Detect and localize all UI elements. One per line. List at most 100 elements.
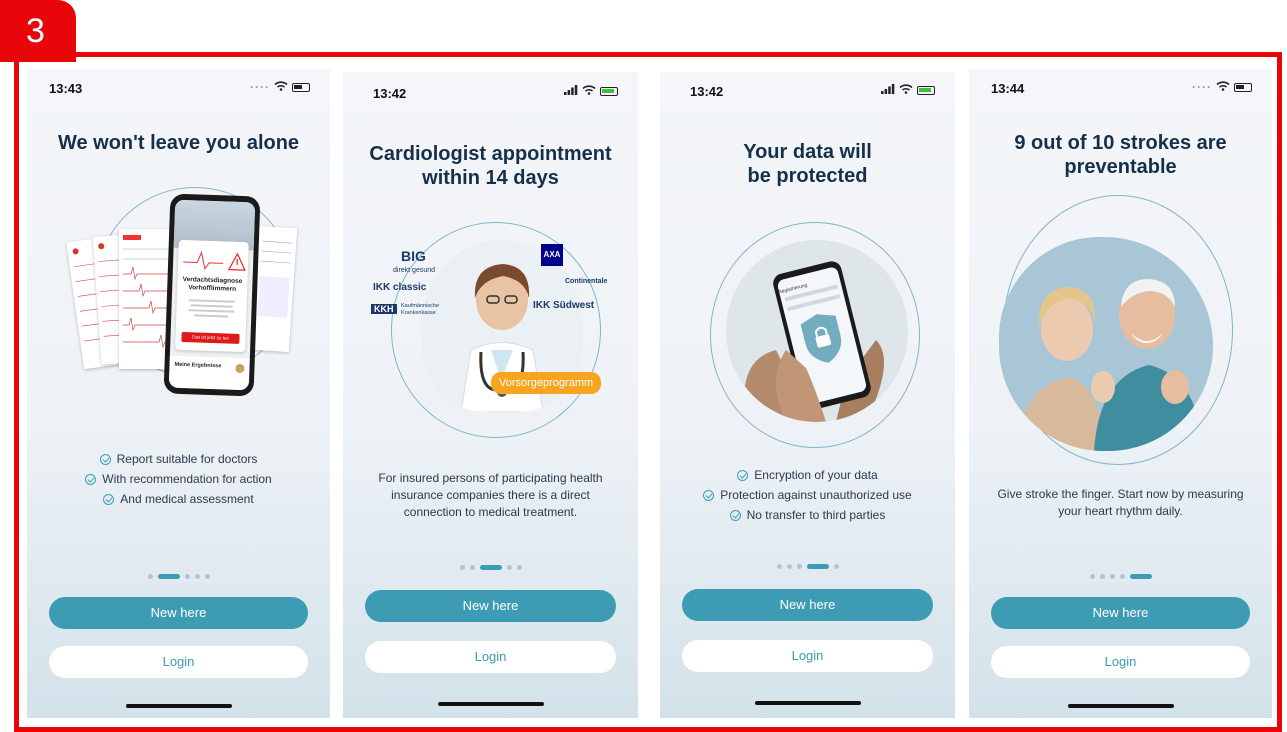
onboarding-screen-4: 13:44 ···· 9 out of 10 strokes are preve…	[969, 69, 1272, 718]
page-dot[interactable]	[517, 565, 522, 570]
onboarding-screen-2: 13:42 Cardiologist appointment within 14…	[343, 72, 638, 718]
results-bar: Meine Ergebnisse	[169, 356, 250, 391]
feature-item: Protection against unauthorized use	[660, 485, 955, 505]
page-dot[interactable]	[797, 564, 802, 569]
screen-title: We won't leave you alone	[27, 131, 330, 155]
page-dot[interactable]	[195, 574, 200, 579]
home-indicator	[438, 702, 544, 706]
status-bar: 13:42	[343, 72, 638, 112]
onboarding-screen-3: 13:42 Your data will be protected	[660, 72, 955, 718]
prevention-program-tag: Vorsorgeprogramm	[491, 372, 601, 394]
info-paragraph: Give stroke the finger. Start now by mea…	[991, 486, 1250, 520]
login-button[interactable]: Login	[365, 641, 616, 673]
status-icons	[881, 83, 935, 97]
check-circle-icon	[103, 494, 114, 505]
status-icons: ····	[1192, 80, 1252, 94]
status-bar: 13:42	[660, 72, 955, 112]
page-dot[interactable]	[205, 574, 210, 579]
card-action-button[interactable]: Das ist jetzt zu tun	[181, 332, 239, 344]
feature-list: Encryption of your data Protection again…	[660, 465, 955, 525]
home-indicator	[755, 701, 861, 705]
big-logo: BIG	[401, 248, 426, 264]
screen-title: 9 out of 10 strokes are preventable	[969, 131, 1272, 179]
cellular-signal-icon	[881, 83, 895, 97]
ikk-classic-logo: IKK classic	[373, 282, 426, 293]
page-dot-active[interactable]	[480, 565, 502, 570]
phone-display: Verdachtsdiagnose Vorhofflimmern Das ist…	[169, 200, 256, 391]
status-time: 13:42	[690, 84, 723, 99]
feature-item: With recommendation for action	[27, 469, 330, 489]
signal-icon: ····	[250, 80, 270, 94]
check-circle-icon	[737, 470, 748, 481]
page-dot[interactable]	[1120, 574, 1125, 579]
page-dot-active[interactable]	[807, 564, 829, 569]
page-dot[interactable]	[834, 564, 839, 569]
screen-title: Your data will be protected	[660, 140, 955, 188]
elderly-couple-photo	[999, 237, 1213, 451]
new-here-button[interactable]: New here	[365, 590, 616, 622]
new-here-button[interactable]: New here	[682, 589, 933, 621]
page-indicator	[343, 565, 638, 570]
page-dot[interactable]	[507, 565, 512, 570]
page-indicator	[27, 574, 330, 579]
page-dot-active[interactable]	[1130, 574, 1152, 579]
alert-card: Verdachtsdiagnose Vorhofflimmern Das ist…	[175, 240, 249, 352]
ikk-suedwest-logo: IKK Südwest	[533, 300, 594, 311]
battery-charging-icon	[600, 87, 618, 96]
kkh-name: Kaufmännische Krankenkasse	[401, 303, 453, 317]
page-dot[interactable]	[148, 574, 153, 579]
smartphone-illustration: Verdachtsdiagnose Vorhofflimmern Das ist…	[164, 193, 261, 396]
page-dot-active[interactable]	[158, 574, 180, 579]
login-button[interactable]: Login	[49, 646, 308, 678]
status-bar: 13:43 ····	[27, 69, 330, 109]
info-paragraph: For insured persons of participating hea…	[365, 470, 616, 521]
page-dot[interactable]	[1100, 574, 1105, 579]
kkh-logo: KKH	[371, 304, 397, 314]
wifi-icon	[1216, 80, 1230, 94]
feature-item: And medical assessment	[27, 489, 330, 509]
login-button[interactable]: Login	[682, 640, 933, 672]
new-here-button[interactable]: New here	[991, 597, 1250, 629]
wifi-icon	[274, 80, 288, 94]
page-dot[interactable]	[1090, 574, 1095, 579]
screen-title: Cardiologist appointment within 14 days	[343, 142, 638, 190]
check-circle-icon	[85, 474, 96, 485]
page-dot[interactable]	[1110, 574, 1115, 579]
check-circle-icon	[703, 490, 714, 501]
home-indicator	[1068, 704, 1174, 708]
page-dot[interactable]	[470, 565, 475, 570]
battery-charging-icon	[917, 86, 935, 95]
card-body-lines	[184, 296, 239, 324]
ecg-warning-icon	[183, 246, 254, 274]
page-indicator	[969, 574, 1272, 579]
signal-icon: ····	[1192, 80, 1212, 94]
big-tagline: direkt gesund	[393, 267, 435, 274]
step-number: 3	[0, 0, 76, 62]
results-icon	[235, 364, 244, 373]
check-circle-icon	[100, 454, 111, 465]
login-button[interactable]: Login	[991, 646, 1250, 678]
continentale-logo: Continentale	[565, 278, 607, 285]
check-circle-icon	[730, 510, 741, 521]
axa-logo: AXA	[541, 244, 563, 266]
feature-item: No transfer to third parties	[660, 505, 955, 525]
status-time: 13:42	[373, 86, 406, 101]
page-dot[interactable]	[185, 574, 190, 579]
battery-icon	[1234, 83, 1252, 92]
feature-item: Report suitable for doctors	[27, 449, 330, 469]
page-dot[interactable]	[460, 565, 465, 570]
home-indicator	[126, 704, 232, 708]
wifi-icon	[899, 83, 913, 97]
wifi-icon	[582, 84, 596, 98]
status-time: 13:43	[49, 81, 82, 96]
results-label: Meine Ergebnisse	[174, 362, 221, 370]
status-time: 13:44	[991, 81, 1024, 96]
battery-icon	[292, 83, 310, 92]
page-dot[interactable]	[787, 564, 792, 569]
cellular-signal-icon	[564, 84, 578, 98]
status-icons	[564, 84, 618, 98]
page-indicator	[660, 564, 955, 569]
page-dot[interactable]	[777, 564, 782, 569]
new-here-button[interactable]: New here	[49, 597, 308, 629]
hand-holding-phone-photo	[726, 240, 908, 422]
